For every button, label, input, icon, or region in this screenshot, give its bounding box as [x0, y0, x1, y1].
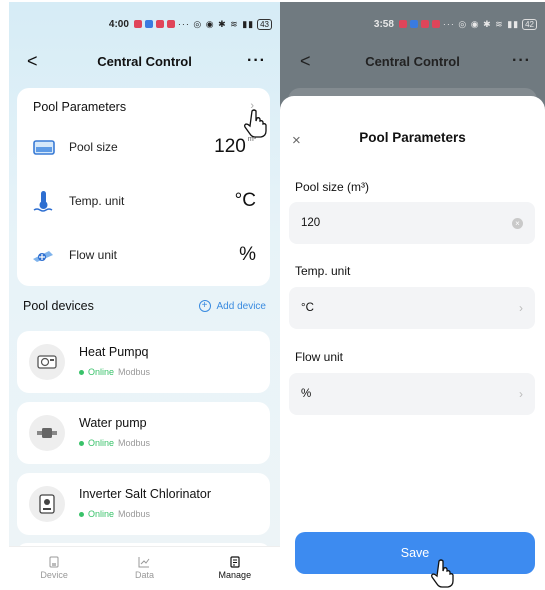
notification-icon: [144, 20, 153, 28]
pool-devices-header: Pool devices + Add device: [23, 299, 266, 313]
online-dot-icon: [79, 440, 84, 446]
notification-icon: [166, 20, 175, 28]
screenshot-pair: 4:00 ··· ◎ ◉ ✱ ≋ ▮▮ 43 < Central Control…: [0, 0, 545, 590]
back-icon[interactable]: <: [27, 51, 38, 72]
status-time: 4:00: [108, 18, 129, 30]
clear-icon[interactable]: ×: [512, 217, 523, 229]
param-label: Flow unit: [69, 248, 118, 262]
page-title: Central Control: [97, 53, 192, 69]
param-label: Pool size: [69, 140, 118, 154]
tab-label: Device: [40, 569, 68, 580]
device-status: Online: [88, 438, 115, 448]
tap-hand-icon: [244, 109, 267, 138]
notification-icon: [398, 20, 407, 28]
device-name: Water pump: [79, 416, 147, 430]
pool-icon: [31, 136, 57, 158]
param-value: 120: [214, 136, 246, 157]
device-name: Inverter Salt Chlorinator: [79, 487, 212, 501]
device-card-heat-pump[interactable]: Heat Pumpq Online Modbus: [17, 331, 270, 393]
bottom-tab-bar: Device Data Manage: [9, 546, 280, 588]
device-name: Heat Pumpq: [79, 345, 149, 359]
status-time: 3:58: [373, 18, 394, 30]
online-dot-icon: [79, 511, 84, 517]
param-value: °C: [234, 190, 256, 211]
pool-size-input[interactable]: 120 ×: [289, 202, 535, 244]
add-device-label: Add device: [216, 300, 266, 312]
system-icons: ··· ◎ ◉ ✱ ≋ ▮▮: [442, 18, 520, 29]
device-protocol: Modbus: [118, 367, 151, 377]
battery-icon: 43: [257, 18, 272, 30]
chevron-right-icon: ›: [519, 387, 523, 401]
flow-icon: [31, 244, 57, 266]
status-bar: 3:58 ··· ◎ ◉ ✱ ≋ ▮▮ 42: [280, 16, 545, 32]
add-device-button[interactable]: + Add device: [198, 300, 266, 312]
save-button[interactable]: Save: [295, 532, 535, 574]
status-bar: 4:00 ··· ◎ ◉ ✱ ≋ ▮▮ 43: [9, 16, 280, 32]
device-meta: Online Modbus: [79, 438, 150, 448]
device-meta: Online Modbus: [79, 509, 150, 519]
flow-unit-value: %: [301, 388, 312, 400]
thermometer-icon: [31, 190, 57, 212]
pool-parameters-sheet: × Pool Parameters Pool size (m³) 120 × T…: [280, 96, 545, 588]
tab-device[interactable]: Device: [9, 547, 99, 588]
top-nav: < Central Control ···: [9, 47, 280, 75]
param-row-temp-unit: Temp. unit °C: [31, 186, 256, 216]
device-protocol: Modbus: [118, 509, 151, 519]
online-dot-icon: [79, 369, 84, 375]
device-meta: Online Modbus: [79, 367, 150, 377]
tab-label: Manage: [218, 569, 252, 580]
sheet-title: Pool Parameters: [359, 130, 466, 145]
notification-icon: [133, 20, 142, 28]
tab-label: Data: [134, 569, 154, 580]
system-icons: ··· ◎ ◉ ✱ ≋ ▮▮: [177, 18, 255, 29]
chart-icon: [138, 556, 150, 567]
device-card-water-pump[interactable]: Water pump Online Modbus: [17, 402, 270, 464]
device-card-salt-chlorinator[interactable]: Inverter Salt Chlorinator Online Modbus: [17, 473, 270, 535]
device-status: Online: [88, 367, 115, 377]
param-value: %: [239, 244, 256, 265]
notification-icon: [431, 20, 440, 28]
plus-circle-icon: +: [198, 300, 211, 312]
chlorinator-icon: [29, 486, 65, 522]
pool-parameters-sheet-screen: 3:58 ··· ◎ ◉ ✱ ≋ ▮▮ 42 < Central Control…: [280, 2, 545, 588]
notification-icon: [420, 20, 429, 28]
field-label-temp-unit: Temp. unit: [295, 264, 351, 278]
heat-pump-icon: [29, 344, 65, 380]
field-label-pool-size: Pool size (m³): [295, 180, 370, 194]
device-protocol: Modbus: [118, 438, 151, 448]
page-title: Central Control: [365, 53, 460, 69]
field-label-flow-unit: Flow unit: [295, 350, 344, 364]
notification-icon: [409, 20, 418, 28]
top-nav: < Central Control ···: [280, 47, 545, 75]
device-icon: [49, 556, 59, 567]
temp-unit-select[interactable]: °C ›: [289, 287, 535, 329]
water-pump-icon: [29, 415, 65, 451]
pool-parameters-heading: Pool Parameters: [33, 100, 127, 114]
param-row-flow-unit: Flow unit %: [31, 240, 256, 270]
manage-icon: [230, 555, 240, 568]
pool-size-value: 120: [301, 217, 321, 229]
central-control-screen: 4:00 ··· ◎ ◉ ✱ ≋ ▮▮ 43 < Central Control…: [9, 2, 280, 588]
battery-icon: 42: [522, 18, 537, 30]
param-row-pool-size: Pool size 120 m³: [31, 132, 256, 162]
notification-icon: [155, 20, 164, 28]
chevron-right-icon: ›: [519, 301, 523, 315]
device-status: Online: [88, 509, 115, 519]
back-icon[interactable]: <: [300, 51, 311, 72]
tab-data[interactable]: Data: [99, 547, 189, 588]
temp-unit-value: °C: [301, 302, 314, 314]
param-label: Temp. unit: [69, 194, 125, 208]
more-icon[interactable]: ···: [512, 52, 531, 70]
tab-manage[interactable]: Manage: [190, 547, 280, 588]
more-icon[interactable]: ···: [247, 52, 266, 70]
pool-parameters-card[interactable]: Pool Parameters › Pool size 120 m³ Temp.…: [17, 88, 270, 286]
pool-devices-heading: Pool devices: [23, 299, 94, 313]
tap-hand-icon: [431, 559, 454, 588]
flow-unit-select[interactable]: % ›: [289, 373, 535, 415]
